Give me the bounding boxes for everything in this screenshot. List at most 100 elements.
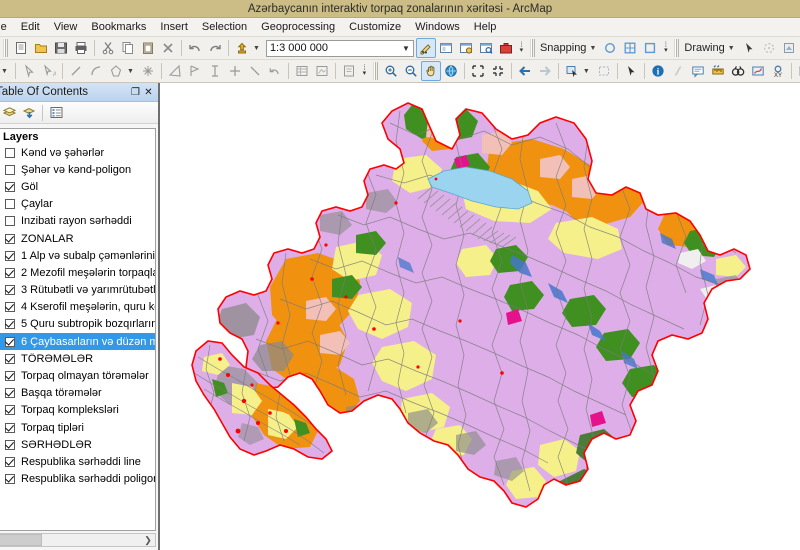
hyperlink-icon[interactable] — [668, 61, 688, 81]
layer-visibility-checkbox[interactable] — [5, 147, 15, 158]
select-elements-tool-icon[interactable] — [621, 61, 641, 81]
clear-selection-icon[interactable] — [594, 61, 614, 81]
layer-row[interactable]: ZONALAR — [0, 230, 155, 247]
fixed-zoom-out-icon[interactable] — [488, 61, 508, 81]
toc-close-button[interactable]: ✕ — [142, 86, 155, 99]
list-by-selection-icon[interactable] — [46, 103, 66, 122]
zoom-out-icon[interactable] — [401, 61, 421, 81]
drawing-menu-label[interactable]: Drawing — [682, 42, 726, 54]
square-snap-icon[interactable] — [640, 38, 660, 58]
menu-help[interactable]: Help — [467, 19, 504, 35]
menu-view[interactable]: View — [47, 19, 85, 35]
layer-visibility-checkbox[interactable] — [5, 233, 15, 244]
sketch-properties-icon[interactable] — [312, 61, 332, 81]
layer-visibility-checkbox[interactable] — [5, 302, 15, 313]
split-tool-icon[interactable] — [205, 61, 225, 81]
map-scale-combobox[interactable]: 1:3 000 000 ▼ — [265, 39, 414, 57]
scrollbar-track[interactable] — [42, 534, 141, 546]
edit-vertices-icon[interactable] — [779, 38, 799, 58]
catalog-window-icon[interactable] — [456, 38, 476, 58]
layer-row[interactable]: Torpaq olmayan törəmələr — [0, 367, 155, 384]
layer-row[interactable]: Torpaq kompleksləri — [0, 402, 155, 419]
grid-snap-icon[interactable] — [620, 38, 640, 58]
time-slider-icon[interactable] — [795, 61, 800, 81]
go-to-xy-icon[interactable]: XY — [768, 61, 788, 81]
select-elements-icon[interactable] — [739, 38, 759, 58]
trace-dropdown-icon[interactable]: ▼ — [126, 68, 138, 75]
snapping-dropdown-icon[interactable]: ▼ — [588, 45, 600, 52]
fixed-zoom-in-icon[interactable] — [468, 61, 488, 81]
toolbar-grip[interactable] — [3, 39, 8, 57]
layer-tree[interactable]: Layers Kənd və şəhərlər Şəhər və kənd-pol… — [0, 128, 156, 531]
layer-row[interactable]: Torpaq tipləri — [0, 419, 155, 436]
layer-visibility-checkbox[interactable] — [5, 353, 15, 364]
layer-visibility-checkbox[interactable] — [5, 285, 15, 296]
list-by-source-icon[interactable] — [19, 103, 39, 122]
point-snap-icon[interactable] — [600, 38, 620, 58]
layer-row[interactable]: 4 Kserofil meşələrin, quru kolluqla — [0, 299, 155, 316]
paste-icon[interactable] — [138, 38, 158, 58]
print-icon[interactable] — [71, 38, 91, 58]
create-features-icon[interactable] — [339, 61, 359, 81]
menu-edit[interactable]: Edit — [14, 19, 47, 35]
layer-row[interactable]: 6 Çaybasarların və düzən meşələrin — [0, 333, 155, 351]
layer-visibility-checkbox[interactable] — [5, 319, 15, 330]
toc-horizontal-scrollbar[interactable]: ❯ — [0, 533, 156, 547]
cut-polygons-tool-icon[interactable] — [185, 61, 205, 81]
drawing-dropdown-icon[interactable]: ▼ — [727, 45, 739, 52]
layer-visibility-checkbox[interactable] — [5, 267, 15, 278]
select-features-dropdown-icon[interactable]: ▼ — [582, 68, 594, 75]
drawing-toolbar-grip[interactable] — [674, 39, 680, 57]
full-extent-icon[interactable] — [441, 61, 461, 81]
layer-row[interactable]: 5 Quru subtropik bozqırlarının və y — [0, 316, 155, 333]
menu-customize[interactable]: Customize — [342, 19, 408, 35]
copy-icon[interactable] — [118, 38, 138, 58]
menu-geoprocessing[interactable]: Geoprocessing — [254, 19, 342, 35]
go-forward-extent-icon[interactable] — [535, 61, 555, 81]
layer-visibility-checkbox[interactable] — [5, 405, 15, 416]
measure-icon[interactable] — [708, 61, 728, 81]
save-icon[interactable] — [51, 38, 71, 58]
layer-visibility-checkbox[interactable] — [5, 388, 15, 399]
undo-edit-icon[interactable] — [265, 61, 285, 81]
snapping-overflow-button[interactable]: ⁞ ▾ — [660, 39, 671, 57]
straight-segment-icon[interactable] — [66, 61, 86, 81]
menu-insert[interactable]: Insert — [153, 19, 195, 35]
layer-row[interactable]: Göl — [0, 178, 155, 195]
layer-row[interactable]: Başqa törəmələr — [0, 385, 155, 402]
menu-file[interactable]: File — [0, 19, 14, 35]
layer-visibility-checkbox[interactable] — [5, 199, 15, 210]
rotate-element-icon[interactable] — [759, 38, 779, 58]
editor-menu-dropdown-icon[interactable]: ▼ — [0, 68, 12, 75]
layer-visibility-checkbox[interactable] — [5, 216, 15, 227]
edit-annotation-tool-icon[interactable]: A — [39, 61, 59, 81]
layer-row[interactable]: 1 Alp və subalp çəmənlərinin və çə — [0, 247, 155, 264]
menu-selection[interactable]: Selection — [195, 19, 254, 35]
cut-icon[interactable] — [98, 38, 118, 58]
html-popup-icon[interactable] — [688, 61, 708, 81]
scroll-right-arrow-icon[interactable]: ❯ — [141, 534, 155, 546]
zoom-in-icon[interactable] — [381, 61, 401, 81]
layer-visibility-checkbox[interactable] — [5, 371, 15, 382]
snapping-menu-label[interactable]: Snapping — [538, 42, 589, 54]
trace-tool-icon[interactable] — [106, 61, 126, 81]
layer-row[interactable]: 2 Mezofil meşələrin torpaqları (800 — [0, 264, 155, 281]
menu-bookmarks[interactable]: Bookmarks — [84, 19, 153, 35]
layer-row[interactable]: Inzibati rayon sərhəddi — [0, 213, 155, 230]
toc-maximize-button[interactable]: ❐ — [129, 86, 142, 99]
undo-icon[interactable] — [185, 38, 205, 58]
redo-icon[interactable] — [205, 38, 225, 58]
layer-visibility-checkbox[interactable] — [5, 439, 15, 450]
add-data-icon[interactable] — [232, 38, 252, 58]
layer-visibility-checkbox[interactable] — [5, 456, 15, 467]
scrollbar-thumb[interactable] — [0, 534, 42, 546]
layer-visibility-checkbox[interactable] — [5, 181, 15, 192]
layer-row[interactable]: Çaylar — [0, 196, 155, 213]
pan-tool-icon[interactable] — [420, 61, 441, 81]
open-icon[interactable] — [31, 38, 51, 58]
curve-segment-icon[interactable] — [86, 61, 106, 81]
layer-row[interactable]: Kənd və şəhərlər — [0, 144, 155, 161]
search-window-icon[interactable] — [476, 38, 496, 58]
attributes-table-icon[interactable] — [292, 61, 312, 81]
layer-visibility-checkbox[interactable] — [5, 336, 15, 347]
